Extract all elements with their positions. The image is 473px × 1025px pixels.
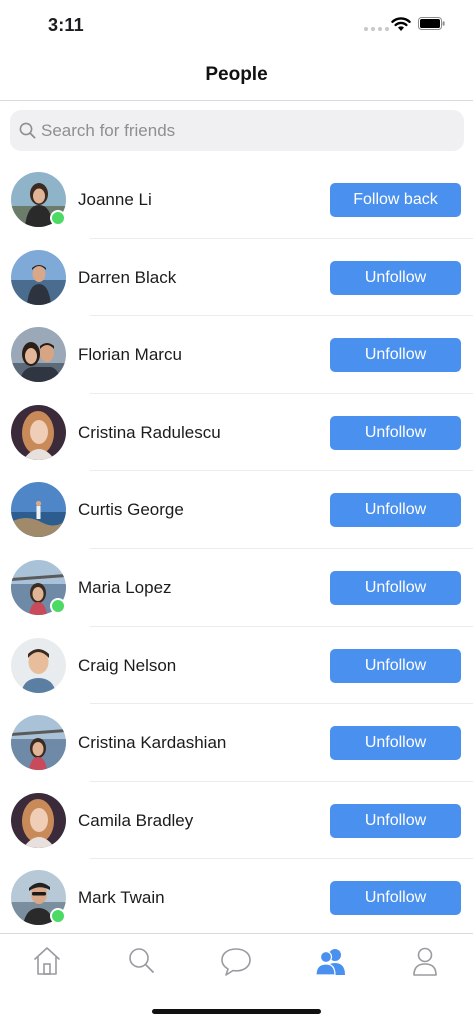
avatar[interactable]	[11, 715, 66, 771]
status-time: 3:11	[48, 15, 84, 35]
home-indicator[interactable]	[152, 1009, 321, 1014]
avatar[interactable]	[11, 637, 66, 693]
avatar[interactable]	[11, 404, 66, 460]
person-name: Curtis George	[78, 500, 184, 520]
online-status-indicator	[50, 210, 66, 226]
person-name: Cristina Kardashian	[78, 733, 227, 753]
unfollow-button[interactable]: Unfollow	[330, 881, 461, 916]
navigation-bar: People	[0, 50, 473, 101]
unfollow-button[interactable]: Unfollow	[330, 338, 461, 373]
list-item[interactable]: Maria Lopez Unfollow	[0, 549, 473, 627]
list-item[interactable]: Curtis George Unfollow	[0, 471, 473, 549]
home-icon[interactable]	[27, 944, 67, 978]
person-name: Camila Bradley	[78, 810, 194, 830]
list-item[interactable]: Darren Black Unfollow	[0, 239, 473, 317]
list-item[interactable]: Florian Marcu Unfollow	[0, 316, 473, 394]
person-name: Mark Twain	[78, 888, 165, 908]
chat-bubble-icon[interactable]	[216, 944, 256, 978]
cellular-signal-icon	[364, 27, 389, 31]
person-name: Florian Marcu	[78, 345, 182, 365]
search-input[interactable]	[41, 110, 441, 151]
person-name: Darren Black	[78, 267, 177, 287]
avatar[interactable]	[11, 327, 66, 383]
list-item[interactable]: Craig Nelson Unfollow	[0, 627, 473, 705]
person-name: Joanne Li	[78, 190, 152, 209]
list-item[interactable]: Cristina Kardashian Unfollow	[0, 704, 473, 782]
unfollow-button[interactable]: Unfollow	[330, 493, 461, 528]
list-item[interactable]: Mark Twain Unfollow	[0, 859, 473, 937]
unfollow-button[interactable]: Unfollow	[330, 726, 461, 761]
unfollow-button[interactable]: Unfollow	[330, 570, 461, 605]
status-bar: 3:11	[0, 0, 473, 50]
list-item[interactable]: Joanne Li Follow back	[0, 161, 473, 239]
battery-icon	[418, 17, 445, 30]
list-item[interactable]: Camila Bradley Unfollow	[0, 782, 473, 860]
person-name: Cristina Radulescu	[78, 422, 221, 442]
avatar[interactable]	[11, 249, 66, 305]
avatar[interactable]	[11, 482, 66, 538]
people-icon[interactable]	[311, 944, 351, 978]
page-title: People	[205, 64, 268, 85]
wifi-icon	[391, 17, 411, 31]
person-name: Craig Nelson	[78, 655, 177, 675]
unfollow-button[interactable]: Unfollow	[330, 260, 461, 295]
avatar[interactable]	[11, 792, 66, 848]
online-status-indicator	[50, 597, 66, 614]
online-status-indicator	[50, 908, 66, 925]
search-icon[interactable]	[122, 944, 162, 978]
search-bar[interactable]	[10, 110, 464, 151]
profile-icon[interactable]	[405, 944, 445, 978]
person-name: Maria Lopez	[78, 577, 172, 597]
unfollow-button[interactable]: Unfollow	[330, 803, 461, 838]
list-item[interactable]: Cristina Radulescu Unfollow	[0, 394, 473, 472]
unfollow-button[interactable]: Unfollow	[330, 415, 461, 450]
people-list: Joanne Li Follow back Darren Black Unfol…	[0, 161, 473, 937]
unfollow-button[interactable]: Unfollow	[330, 648, 461, 683]
follow-back-button[interactable]: Follow back	[330, 183, 461, 217]
search-icon	[19, 122, 36, 139]
